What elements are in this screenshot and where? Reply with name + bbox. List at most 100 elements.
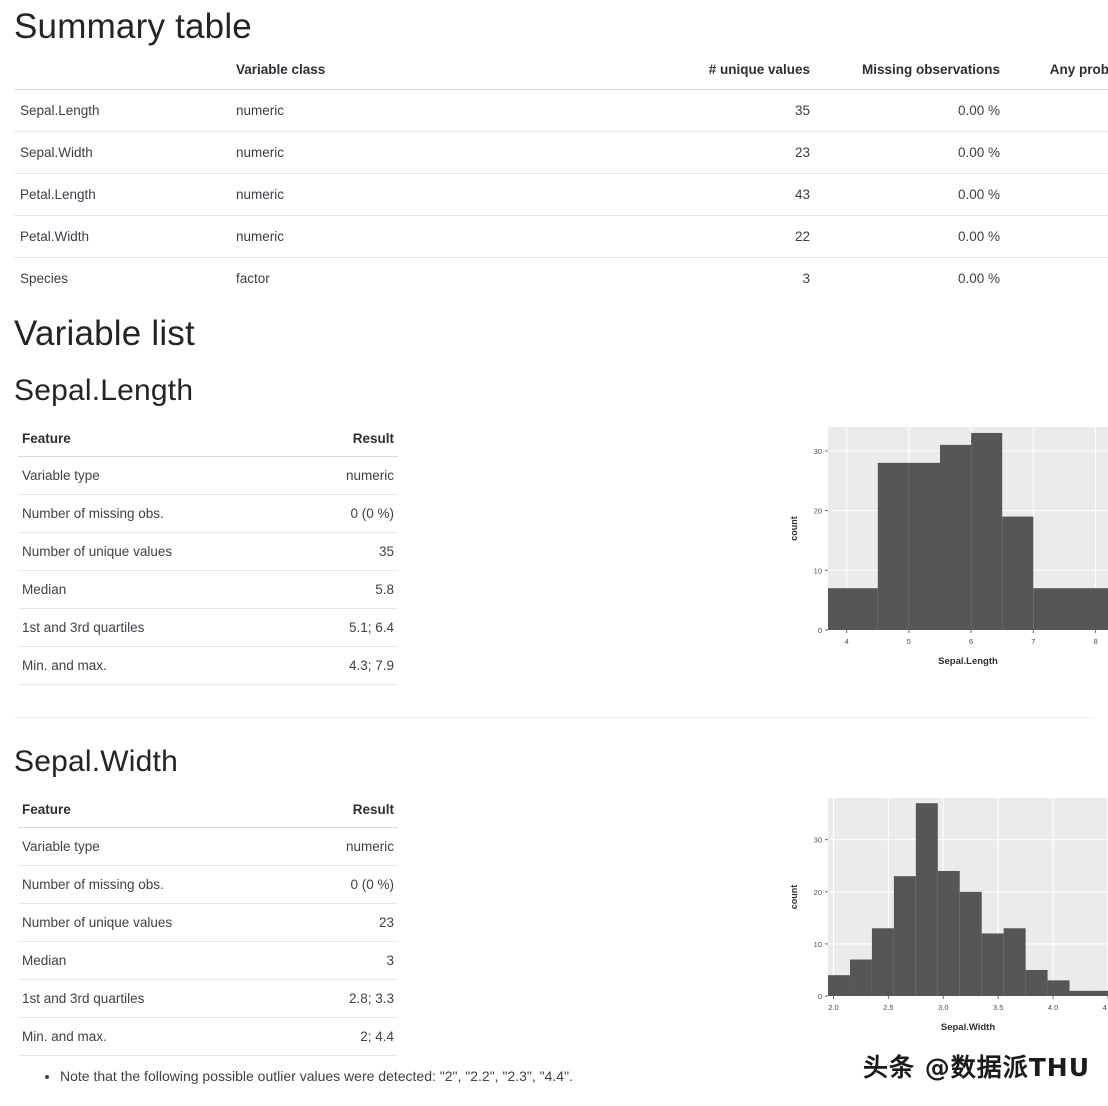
feature-label: Min. and max.: [18, 1017, 256, 1056]
summary-any-problems: x: [1006, 173, 1108, 216]
summary-col-unique-values: # unique values: [708, 62, 810, 77]
feature-label: Min. and max.: [18, 646, 256, 685]
feature-value: 5.8: [256, 570, 398, 609]
summary-variable-name[interactable]: Sepal.Width: [14, 131, 230, 174]
summary-variable-class: numeric: [230, 215, 518, 258]
svg-text:Sepal.Width: Sepal.Width: [941, 1022, 995, 1033]
table-row: Number of missing obs. 0 (0 %): [18, 865, 398, 904]
report-page: Summary table Variable class # unique va…: [0, 0, 1108, 1106]
feature-table-sepal-length: Feature Result Variable type numeric Num…: [18, 427, 398, 685]
summary-variable-class: numeric: [230, 131, 518, 174]
sepal-width-histogram: 0 10 20 30 2.0 2.5 3.0 3.5 4.0 4.5 Sepal.Width coun…: [784, 790, 1108, 1040]
result-col-header: Result: [256, 427, 398, 457]
feature-value: numeric: [256, 456, 398, 495]
variable-list-title: Variable list: [14, 314, 195, 353]
summary-variable-name[interactable]: Petal.Width: [14, 215, 230, 258]
svg-text:2.5: 2.5: [883, 1003, 893, 1012]
table-row: Median 3: [18, 941, 398, 980]
summary-any-problems: x: [1006, 131, 1108, 174]
svg-text:count: count: [789, 516, 799, 541]
svg-text:4: 4: [845, 637, 849, 646]
feature-label: Variable type: [18, 456, 256, 495]
feature-value: 35: [256, 532, 398, 571]
svg-text:6: 6: [969, 637, 973, 646]
summary-unique-values: 43: [518, 173, 816, 216]
summary-table-header-row: Variable class # unique values Missing o…: [14, 56, 1108, 90]
feature-value: numeric: [256, 827, 398, 866]
summary-any-problems: [1006, 257, 1108, 299]
feature-label: Number of unique values: [18, 532, 256, 571]
feature-value: 2.8; 3.3: [256, 979, 398, 1018]
feature-value: 5.1; 6.4: [256, 608, 398, 647]
summary-variable-class: numeric: [230, 173, 518, 216]
table-row: Sepal.Width numeric 23 0.00 % x: [14, 131, 1108, 174]
feature-label: Median: [18, 941, 256, 980]
summary-any-problems: [1006, 215, 1108, 258]
table-row: Number of unique values 23: [18, 903, 398, 942]
feature-label: 1st and 3rd quartiles: [18, 608, 256, 647]
table-row: Median 5.8: [18, 570, 398, 609]
table-row: Species factor 3 0.00 %: [14, 257, 1108, 299]
svg-text:0: 0: [818, 626, 822, 635]
summary-variable-class: numeric: [230, 89, 518, 132]
feature-label: Number of unique values: [18, 903, 256, 942]
summary-variable-name[interactable]: Species: [14, 257, 230, 299]
summary-unique-values: 35: [518, 89, 816, 132]
summary-variable-name[interactable]: Petal.Length: [14, 173, 230, 216]
summary-col-variable-class: Variable class: [236, 62, 326, 77]
summary-col-any-problems: Any problems?: [1049, 62, 1108, 77]
feature-label: Number of missing obs.: [18, 865, 256, 904]
feature-label: Median: [18, 570, 256, 609]
summary-unique-values: 22: [518, 215, 816, 258]
histogram-svg: 0 10 20 30 2.0 2.5 3.0 3.5 4.0 4.5 Sepal.Width coun…: [789, 798, 1108, 1033]
section-divider: [14, 717, 1094, 718]
feature-value: 4.3; 7.9: [256, 646, 398, 685]
svg-text:3.0: 3.0: [938, 1003, 948, 1012]
table-row: 1st and 3rd quartiles 2.8; 3.3: [18, 979, 398, 1018]
svg-text:30: 30: [814, 447, 822, 456]
feature-label: Number of missing obs.: [18, 494, 256, 533]
svg-text:10: 10: [814, 566, 822, 575]
svg-text:2.0: 2.0: [828, 1003, 838, 1012]
feature-value: 2; 4.4: [256, 1017, 398, 1056]
page-title: Summary table: [14, 7, 252, 46]
summary-missing-observations: 0.00 %: [816, 173, 1006, 216]
feature-table-header-row: Feature Result: [18, 798, 398, 828]
svg-text:7: 7: [1031, 637, 1035, 646]
summary-col-variable: [14, 56, 230, 90]
feature-table-sepal-width: Feature Result Variable type numeric Num…: [18, 798, 398, 1056]
summary-variable-name[interactable]: Sepal.Length: [14, 89, 230, 132]
svg-text:20: 20: [814, 888, 822, 897]
summary-missing-observations: 0.00 %: [816, 89, 1006, 132]
feature-table-header-row: Feature Result: [18, 427, 398, 457]
summary-missing-observations: 0.00 %: [816, 257, 1006, 299]
result-col-header: Result: [256, 798, 398, 828]
sepal-length-histogram: 0 10 20 30 4 5 6 7 8 Sepal.Length count: [784, 419, 1108, 674]
watermark: 头条 @数据派THU: [863, 1053, 1090, 1082]
table-row: Petal.Width numeric 22 0.00 %: [14, 215, 1108, 258]
histogram-svg: 0 10 20 30 4 5 6 7 8 Sepal.Length count: [789, 427, 1108, 667]
variable-heading: Sepal.Length: [14, 374, 194, 407]
svg-text:5: 5: [907, 637, 911, 646]
summary-missing-observations: 0.00 %: [816, 215, 1006, 258]
svg-text:30: 30: [814, 836, 822, 845]
feature-label: 1st and 3rd quartiles: [18, 979, 256, 1018]
summary-variable-class: factor: [230, 257, 518, 299]
svg-text:Sepal.Length: Sepal.Length: [938, 656, 998, 667]
svg-text:0: 0: [818, 992, 822, 1001]
table-row: Variable type numeric: [18, 456, 398, 495]
svg-text:4.0: 4.0: [1048, 1003, 1058, 1012]
variable-heading: Sepal.Width: [14, 745, 178, 778]
feature-col-header: Feature: [18, 798, 256, 828]
summary-any-problems: [1006, 89, 1108, 132]
svg-text:8: 8: [1093, 637, 1097, 646]
table-row: Number of unique values 35: [18, 532, 398, 571]
feature-col-header: Feature: [18, 427, 256, 457]
feature-value: 3: [256, 941, 398, 980]
svg-text:count: count: [789, 885, 799, 910]
table-row: Petal.Length numeric 43 0.00 % x: [14, 173, 1108, 216]
table-row: Min. and max. 2; 4.4: [18, 1017, 398, 1056]
summary-table: Variable class # unique values Missing o…: [14, 56, 1108, 299]
table-row: Sepal.Length numeric 35 0.00 %: [14, 89, 1108, 132]
svg-text:10: 10: [814, 940, 822, 949]
